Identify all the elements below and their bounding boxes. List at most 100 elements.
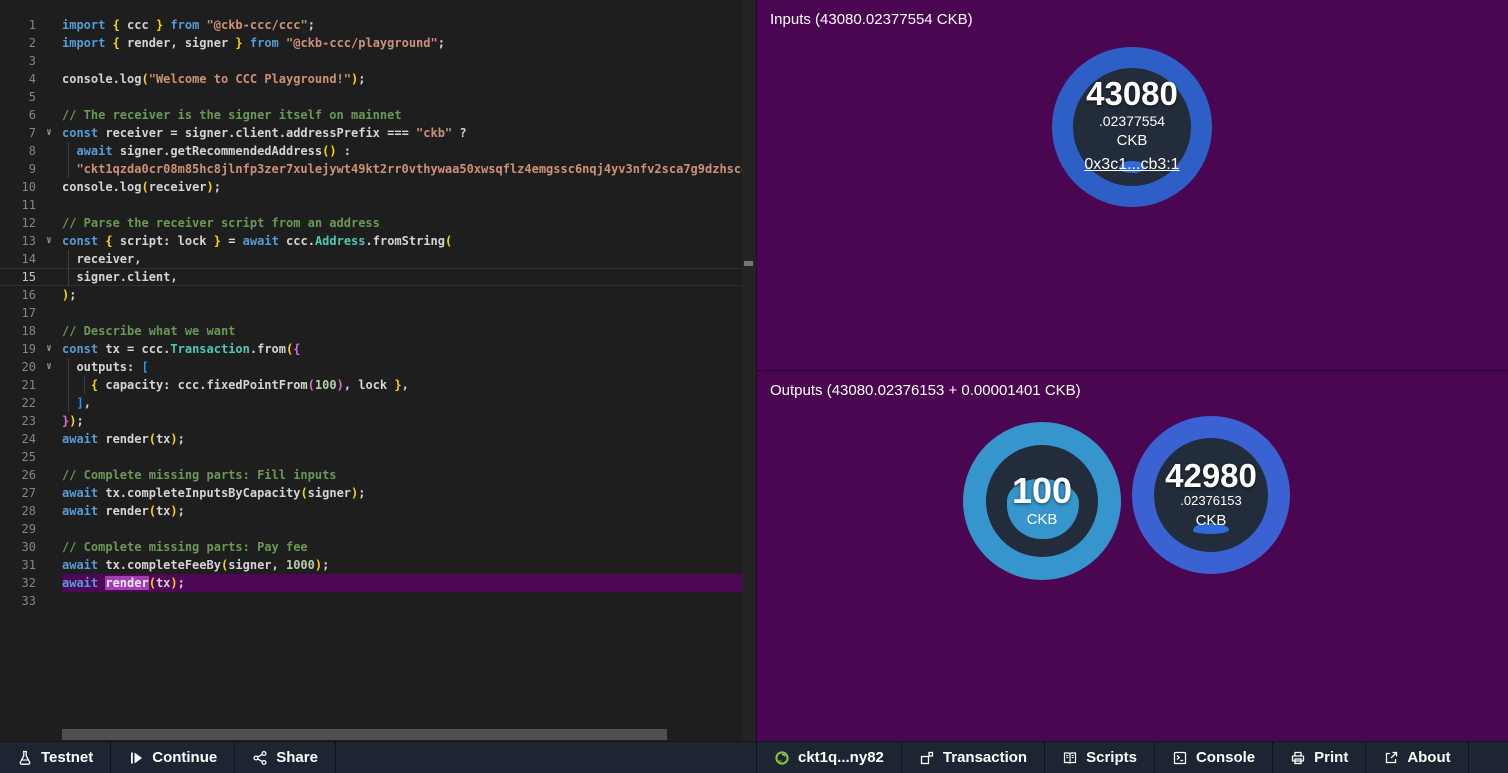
- horizontal-scrollbar-thumb[interactable]: [62, 729, 667, 740]
- share-button[interactable]: Share: [235, 742, 336, 773]
- transaction-button[interactable]: Transaction: [902, 742, 1045, 773]
- code-line[interactable]: 8 await signer.getRecommendedAddress() :: [0, 142, 756, 160]
- code-line[interactable]: 32await render(tx);: [0, 574, 756, 592]
- code-text[interactable]: await render(tx);: [62, 502, 756, 520]
- code-text[interactable]: [62, 592, 756, 610]
- code-line[interactable]: 28await render(tx);: [0, 502, 756, 520]
- line-number: 22: [0, 394, 36, 412]
- code-text[interactable]: });: [62, 412, 756, 430]
- code-text[interactable]: import { ccc } from "@ckb-ccc/ccc";: [62, 16, 756, 34]
- code-area[interactable]: 1import { ccc } from "@ckb-ccc/ccc";2imp…: [0, 16, 756, 610]
- code-line[interactable]: 5: [0, 88, 756, 106]
- code-text[interactable]: const receiver = signer.client.addressPr…: [62, 124, 756, 142]
- code-text[interactable]: await signer.getRecommendedAddress() :: [62, 142, 756, 160]
- output-cell-circle[interactable]: 42980 .02376153 CKB: [1132, 416, 1290, 574]
- code-line[interactable]: 21 { capacity: ccc.fixedPointFrom(100), …: [0, 376, 756, 394]
- code-text[interactable]: await tx.completeInputsByCapacity(signer…: [62, 484, 756, 502]
- fold-chevron-icon[interactable]: ∨: [36, 232, 62, 250]
- book-icon: [1062, 750, 1078, 766]
- code-line[interactable]: 27await tx.completeInputsByCapacity(sign…: [0, 484, 756, 502]
- code-text[interactable]: "ckt1qzda0cr08m85hc8jlnfp3zer7xulejywt49…: [62, 160, 756, 178]
- outpoint-link[interactable]: 0x3c1...cb3:1: [1084, 153, 1179, 177]
- code-line[interactable]: 1import { ccc } from "@ckb-ccc/ccc";: [0, 16, 756, 34]
- code-line[interactable]: 24 await render(tx);: [0, 430, 756, 448]
- line-number: 9: [0, 160, 36, 178]
- code-text[interactable]: const tx = ccc.Transaction.from({: [62, 340, 756, 358]
- editor-horizontal-scrollbar[interactable]: [0, 729, 756, 740]
- code-text[interactable]: ],: [62, 394, 756, 412]
- fold-chevron-icon[interactable]: ∨: [36, 358, 62, 376]
- line-number: 7: [0, 124, 36, 142]
- code-line[interactable]: 18// Describe what we want: [0, 322, 756, 340]
- code-line[interactable]: 13∨const { script: lock } = await ccc.Ad…: [0, 232, 756, 250]
- overview-ruler-cursor-mark: [744, 261, 753, 266]
- code-text[interactable]: [62, 88, 756, 106]
- code-line[interactable]: 30// Complete missing parts: Pay fee: [0, 538, 756, 556]
- code-text[interactable]: [62, 520, 756, 538]
- code-text[interactable]: import { render, signer } from "@ckb-ccc…: [62, 34, 756, 52]
- code-line[interactable]: 2import { render, signer } from "@ckb-cc…: [0, 34, 756, 52]
- code-line[interactable]: 4console.log("Welcome to CCC Playground!…: [0, 70, 756, 88]
- code-text[interactable]: signer.client,: [62, 268, 756, 286]
- fold-chevron-icon[interactable]: ∨: [36, 124, 62, 142]
- code-text[interactable]: console.log("Welcome to CCC Playground!"…: [62, 70, 756, 88]
- code-text[interactable]: receiver,: [62, 250, 756, 268]
- code-line[interactable]: 33: [0, 592, 756, 610]
- code-line[interactable]: 26 // Complete missing parts: Fill inputs: [0, 466, 756, 484]
- code-text[interactable]: // Complete missing parts: Fill inputs: [62, 466, 756, 484]
- code-line[interactable]: 29: [0, 520, 756, 538]
- line-number: 15: [0, 268, 36, 286]
- code-text[interactable]: { capacity: ccc.fixedPointFrom(100), loc…: [62, 376, 756, 394]
- code-line[interactable]: 11: [0, 196, 756, 214]
- editor-vertical-scrollbar[interactable]: [742, 0, 756, 741]
- code-text[interactable]: // Parse the receiver script from an add…: [62, 214, 756, 232]
- code-line[interactable]: 3: [0, 52, 756, 70]
- code-line[interactable]: 10console.log(receiver);: [0, 178, 756, 196]
- output-cell-circle[interactable]: 100 CKB: [963, 422, 1121, 580]
- code-text[interactable]: const { script: lock } = await ccc.Addre…: [62, 232, 756, 250]
- code-text[interactable]: await render(tx);: [62, 430, 756, 448]
- code-line[interactable]: 31await tx.completeFeeBy(signer, 1000);: [0, 556, 756, 574]
- console-button[interactable]: Console: [1155, 742, 1273, 773]
- code-text[interactable]: console.log(receiver);: [62, 178, 756, 196]
- fold-gutter: [36, 70, 62, 88]
- about-button[interactable]: About: [1366, 742, 1468, 773]
- code-line[interactable]: 7∨const receiver = signer.client.address…: [0, 124, 756, 142]
- fold-gutter: [36, 322, 62, 340]
- code-text[interactable]: [62, 448, 756, 466]
- code-line[interactable]: 15 signer.client,: [0, 268, 756, 286]
- outputs-title: Outputs (43080.02376153 + 0.00001401 CKB…: [770, 382, 1081, 399]
- code-text[interactable]: // Describe what we want: [62, 322, 756, 340]
- code-line[interactable]: 25: [0, 448, 756, 466]
- code-text[interactable]: [62, 196, 756, 214]
- input-cell-circle[interactable]: 43080 .02377554 CKB 0x3c1...cb3:1: [1052, 47, 1212, 207]
- wallet-address-button[interactable]: ckt1q...ny82: [757, 742, 902, 773]
- code-editor[interactable]: 1import { ccc } from "@ckb-ccc/ccc";2imp…: [0, 0, 756, 741]
- fold-chevron-icon[interactable]: ∨: [36, 340, 62, 358]
- code-line[interactable]: 14 receiver,: [0, 250, 756, 268]
- code-line[interactable]: 6// The receiver is the signer itself on…: [0, 106, 756, 124]
- code-text[interactable]: );: [62, 286, 756, 304]
- code-text[interactable]: [62, 52, 756, 70]
- code-line[interactable]: 17: [0, 304, 756, 322]
- code-line[interactable]: 9 "ckt1qzda0cr08m85hc8jlnfp3zer7xulejywt…: [0, 160, 756, 178]
- fold-gutter: [36, 430, 62, 448]
- code-line[interactable]: 19∨const tx = ccc.Transaction.from({: [0, 340, 756, 358]
- scripts-button[interactable]: Scripts: [1045, 742, 1155, 773]
- code-line[interactable]: 16);: [0, 286, 756, 304]
- code-text[interactable]: await tx.completeFeeBy(signer, 1000);: [62, 556, 756, 574]
- line-number: 26: [0, 466, 36, 484]
- code-text[interactable]: [62, 304, 756, 322]
- code-text[interactable]: // Complete missing parts: Pay fee: [62, 538, 756, 556]
- code-text[interactable]: // The receiver is the signer itself on …: [62, 106, 756, 124]
- code-line[interactable]: 20∨ outputs: [: [0, 358, 756, 376]
- code-text[interactable]: await render(tx);: [62, 574, 756, 592]
- code-text[interactable]: outputs: [: [62, 358, 756, 376]
- testnet-button[interactable]: Testnet: [0, 742, 111, 773]
- code-line[interactable]: 22 ],: [0, 394, 756, 412]
- continue-button[interactable]: Continue: [111, 742, 235, 773]
- code-line[interactable]: 12// Parse the receiver script from an a…: [0, 214, 756, 232]
- print-button[interactable]: Print: [1273, 742, 1366, 773]
- code-line[interactable]: 23});: [0, 412, 756, 430]
- line-number: 24: [0, 430, 36, 448]
